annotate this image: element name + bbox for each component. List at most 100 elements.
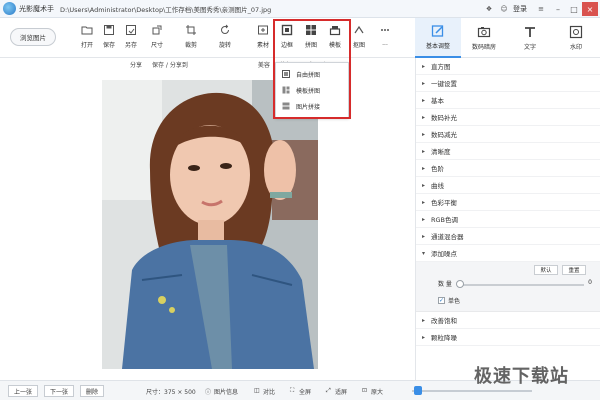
crop-button[interactable]: 裁剪 xyxy=(180,22,202,54)
adjust-item-add-noise[interactable]: ▾ 添加噪点 xyxy=(416,245,600,262)
template-icon xyxy=(329,26,341,36)
fullscreen-button[interactable]: 全屏 xyxy=(299,387,311,396)
free-collage-icon xyxy=(282,70,290,78)
collapse-arrow-icon: ▸ xyxy=(422,113,426,121)
adjust-item-label: 色彩平衡 xyxy=(431,199,457,207)
zoom-slider[interactable] xyxy=(412,390,532,392)
adjust-item-curves[interactable]: ▸ 曲线 xyxy=(416,177,600,194)
resize-button[interactable]: 尺寸 xyxy=(146,22,168,54)
more-label: ... xyxy=(382,40,388,47)
adjust-item-fill-light[interactable]: ▸ 数码补光 xyxy=(416,109,600,126)
image-canvas[interactable] xyxy=(0,70,415,380)
cutout-button[interactable]: 抠图 xyxy=(348,22,370,54)
template-collage-label: 模板拼图 xyxy=(296,87,321,95)
save-label: 保存 xyxy=(102,42,115,49)
file-path: D:\Users\Administrator\Desktop\工作存档\美图秀秀… xyxy=(60,5,272,14)
template-collage-icon xyxy=(282,86,290,94)
menu-icon[interactable]: ≡ xyxy=(535,3,547,15)
save-button[interactable]: 保存 xyxy=(98,22,120,54)
adjust-item-basic[interactable]: ▸ 基本 xyxy=(416,92,600,109)
adjust-item-label: 数码减光 xyxy=(431,131,457,139)
adjust-item-label: 曲线 xyxy=(431,182,444,190)
maximize-button[interactable]: □ xyxy=(566,2,582,16)
template-collage-item[interactable]: 模板拼图 xyxy=(276,82,348,98)
compare-button[interactable]: 对比 xyxy=(263,387,275,396)
amount-slider-thumb[interactable] xyxy=(456,280,464,288)
delete-button[interactable]: 删除 xyxy=(80,385,104,397)
frame-button[interactable]: 边框 xyxy=(276,22,298,54)
save-as-button[interactable]: 另存 xyxy=(120,22,142,54)
rotate-icon xyxy=(221,24,229,34)
adjust-item-denoise[interactable]: ▸ 颗粒降噪 xyxy=(416,329,600,346)
fit-screen-icon: ⤢ xyxy=(326,387,331,394)
adjust-item-rgb-tone[interactable]: ▸ RGB色调 xyxy=(416,211,600,228)
tab-digital-darkroom-label: 数码暗房 xyxy=(471,44,496,51)
tab-watermark-label: 水印 xyxy=(569,44,582,51)
collage-label: 拼图 xyxy=(304,42,317,49)
frame-label: 边框 xyxy=(280,42,293,49)
text-icon xyxy=(525,27,535,37)
adjust-item-one-click[interactable]: ▸ 一键设置 xyxy=(416,75,600,92)
close-button[interactable]: × xyxy=(582,2,598,16)
amount-slider[interactable] xyxy=(460,284,584,286)
fit-screen-button[interactable]: 适屏 xyxy=(335,387,347,396)
beauty-button[interactable]: 美容 xyxy=(258,60,270,69)
collapse-arrow-icon: ▸ xyxy=(422,215,426,223)
collapse-arrow-icon: ▸ xyxy=(422,147,426,155)
material-button[interactable]: 素材 xyxy=(252,22,274,54)
adjust-item-reduce-light[interactable]: ▸ 数码减光 xyxy=(416,126,600,143)
skin-icon[interactable]: ❖ xyxy=(483,3,495,15)
collapse-arrow-icon: ▸ xyxy=(422,96,426,104)
watermark-icon xyxy=(569,25,583,39)
rotate-button[interactable]: 旋转 xyxy=(214,22,236,54)
adjustment-panel: ▸ 直方图 ▸ 一键设置 ▸ 基本 ▸ 数码补光 ▸ 数码减光 ▸ 清晰度 ▸ 色阶 ▸ 曲线 … xyxy=(415,58,600,380)
image-info-button[interactable]: 图片信息 xyxy=(214,387,238,396)
save-share-button[interactable]: 保存 / 分享到 xyxy=(152,60,188,69)
folder-icon xyxy=(81,26,93,35)
more-button[interactable]: ... xyxy=(374,22,396,54)
browse-images-button[interactable]: 浏览图片 xyxy=(10,28,56,46)
reset-button[interactable]: 重置 xyxy=(562,265,586,275)
cutout-label: 抠图 xyxy=(352,42,365,49)
adjust-item-label: 数码补光 xyxy=(431,114,457,122)
title-bar: 光影魔术手 D:\Users\Administrator\Desktop\工作存… xyxy=(0,0,600,18)
app-name: 光影魔术手 xyxy=(19,4,54,13)
zoom-slider-thumb[interactable] xyxy=(414,386,422,395)
image-stitch-item[interactable]: 图片拼接 xyxy=(276,98,348,114)
collapse-arrow-icon: ▸ xyxy=(422,232,426,240)
adjust-item-histogram[interactable]: ▸ 直方图 xyxy=(416,58,600,75)
adjust-item-levels[interactable]: ▸ 色阶 xyxy=(416,160,600,177)
default-button[interactable]: 默认 xyxy=(534,265,558,275)
collage-dropdown-menu: 自由拼图 模板拼图 图片拼接 xyxy=(275,62,349,118)
image-stitch-label: 图片拼接 xyxy=(296,103,321,111)
mono-checkbox[interactable]: ✓ 单色 xyxy=(438,296,460,305)
login-link[interactable]: 登录 xyxy=(513,4,527,14)
minimize-button[interactable]: – xyxy=(550,2,566,16)
user-icon[interactable]: ☺ xyxy=(498,3,510,15)
share-button[interactable]: 分享 xyxy=(130,60,142,69)
tab-watermark[interactable]: 水印 xyxy=(553,18,599,58)
adjust-item-channel-mixer[interactable]: ▸ 通道混合器 xyxy=(416,228,600,245)
collage-icon xyxy=(306,25,316,35)
adjust-item-clarity[interactable]: ▸ 清晰度 xyxy=(416,143,600,160)
adjust-item-label: 通道混合器 xyxy=(431,233,464,241)
collage-button[interactable]: 拼图 xyxy=(300,22,322,54)
adjust-item-label: 颗粒降噪 xyxy=(431,334,457,342)
adjust-item-color-balance[interactable]: ▸ 色彩平衡 xyxy=(416,194,600,211)
collapse-arrow-icon: ▸ xyxy=(422,164,426,172)
adjust-item-saturation[interactable]: ▸ 改善饱和 xyxy=(416,312,600,329)
tab-text-label: 文字 xyxy=(523,44,536,51)
open-button[interactable]: 打开 xyxy=(76,22,98,54)
camera-icon xyxy=(477,27,491,38)
free-collage-item[interactable]: 自由拼图 xyxy=(276,66,348,82)
rotate-label: 旋转 xyxy=(218,42,231,49)
add-noise-settings: 默认 重置 数 量 0 ✓ 单色 xyxy=(416,262,600,312)
original-size-button[interactable]: 原大 xyxy=(371,387,383,396)
tab-basic-adjust[interactable]: 基本调整 xyxy=(415,18,461,58)
compare-icon: ◫ xyxy=(254,387,260,394)
prev-image-button[interactable]: 上一张 xyxy=(8,385,38,397)
tab-text[interactable]: 文字 xyxy=(507,18,553,58)
template-button[interactable]: 模板 xyxy=(324,22,346,54)
next-image-button[interactable]: 下一张 xyxy=(44,385,74,397)
tab-digital-darkroom[interactable]: 数码暗房 xyxy=(461,18,507,58)
